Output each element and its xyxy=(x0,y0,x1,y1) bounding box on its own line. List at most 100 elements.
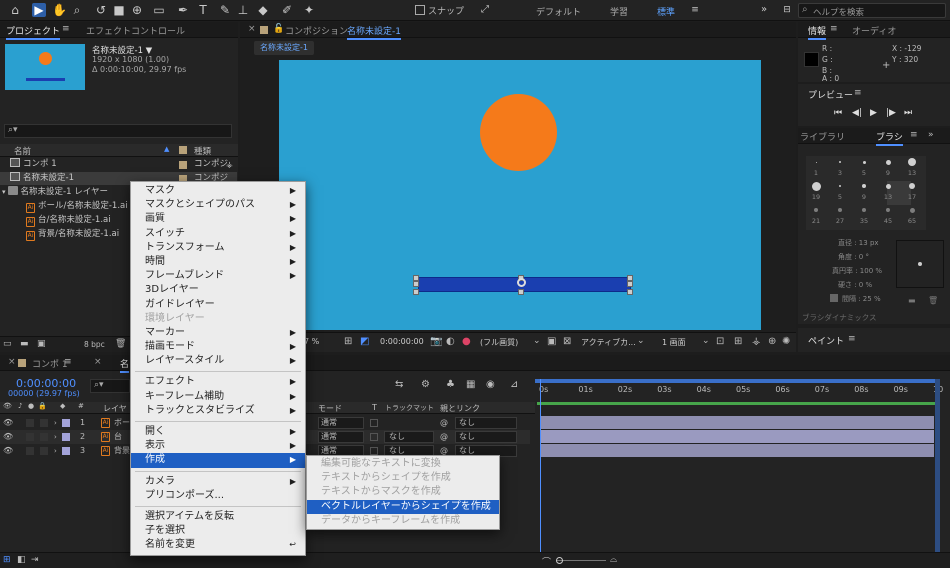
brush-tip[interactable] xyxy=(885,159,891,165)
menu-item[interactable]: エフェクト ▶ xyxy=(131,375,305,389)
timeline-search-input[interactable]: ⌕▾ xyxy=(90,379,130,393)
brush-tip[interactable] xyxy=(839,161,841,163)
show-snapshot-icon[interactable]: ◐ xyxy=(446,336,455,347)
tab-comp2[interactable]: 名 xyxy=(120,357,130,373)
brush-tip[interactable] xyxy=(908,158,916,166)
tab-composition-name[interactable]: 名称未設定-1 xyxy=(347,24,401,40)
brush-tip[interactable] xyxy=(885,183,891,189)
transfer-controls-icon[interactable]: ◧ xyxy=(17,555,26,565)
chevron-down-icon[interactable]: ⌄ xyxy=(702,336,710,346)
chevron-down-icon[interactable]: ⌄ xyxy=(637,336,645,346)
preserve-transparency-checkbox[interactable] xyxy=(370,419,378,427)
sync-settings-icon[interactable]: ⊟ xyxy=(780,3,794,17)
shy-icon[interactable]: ♣ xyxy=(446,379,455,390)
brush-tip[interactable] xyxy=(862,208,866,212)
tab-library[interactable]: ライブラリ xyxy=(800,130,845,143)
exposure-icon[interactable]: ✺ xyxy=(782,336,790,347)
clone-stamp-tool-icon[interactable]: ⊥ xyxy=(236,3,250,17)
menu-item[interactable]: 子を選択 xyxy=(131,524,305,538)
layer-bar[interactable] xyxy=(540,430,934,443)
panel-menu-icon[interactable]: ≡ xyxy=(910,130,918,140)
trackmatte-dropdown[interactable]: なし xyxy=(384,431,434,443)
layer-label-swatch[interactable] xyxy=(62,447,70,455)
graph-editor-icon[interactable]: ⊿ xyxy=(510,379,518,390)
bounding-handle[interactable] xyxy=(413,281,419,287)
brush-tip[interactable] xyxy=(862,160,866,164)
play-icon[interactable]: ▶ xyxy=(870,108,877,118)
chevron-right-icon[interactable]: › xyxy=(54,444,57,458)
menu-item[interactable]: マスクとシェイプのパス ▶ xyxy=(131,198,305,212)
zoom-in-icon[interactable]: ⌓ xyxy=(610,555,617,565)
new-folder-icon[interactable]: ▬ xyxy=(20,339,29,349)
menu-item[interactable]: 選択アイテムを反転 xyxy=(131,510,305,524)
parent-dropdown[interactable]: なし xyxy=(455,417,517,429)
current-time[interactable]: 0:00:00:00 xyxy=(380,337,424,346)
last-frame-icon[interactable]: ⏭ xyxy=(904,108,912,118)
zoom-slider[interactable] xyxy=(556,560,606,561)
save-brush-icon[interactable]: ▬ xyxy=(908,296,916,305)
menu-item[interactable]: 作成 ▶ xyxy=(131,453,305,468)
close-icon[interactable]: × xyxy=(248,24,256,34)
composition-subtab[interactable]: 名称未設定-1 xyxy=(254,41,314,55)
col-name[interactable]: 名前 xyxy=(14,145,31,157)
close-icon[interactable]: × xyxy=(94,357,102,367)
bpc-button[interactable]: 8 bpc xyxy=(84,340,105,349)
preserve-transparency-checkbox[interactable] xyxy=(370,433,378,441)
col-trackmatte[interactable]: トラックマット xyxy=(385,403,434,413)
brush-tip[interactable] xyxy=(886,208,890,212)
sort-up-icon[interactable]: ▲ xyxy=(164,145,169,153)
layer-mode-dropdown[interactable]: 通常 xyxy=(318,431,364,443)
layer-switches-icon[interactable]: ⊞ xyxy=(3,555,11,565)
anchor-point-icon[interactable] xyxy=(517,278,526,287)
region-of-interest-icon[interactable]: ▣ xyxy=(547,336,556,347)
brush-tip[interactable] xyxy=(909,183,915,189)
pan-behind-tool-icon[interactable]: ⊕ xyxy=(130,3,144,17)
brush-tip[interactable] xyxy=(815,161,817,163)
tab-effect-controls[interactable]: エフェクトコントロール xyxy=(86,24,185,37)
more-panels-icon[interactable]: » xyxy=(928,130,934,140)
quality-dropdown[interactable]: (フル画質) xyxy=(480,337,518,348)
audio-icon[interactable]: ♪ xyxy=(18,402,22,410)
project-search-input[interactable]: ⌕▾ xyxy=(4,124,232,138)
resolution-icon[interactable]: ⊞ xyxy=(344,336,352,347)
work-area-bar[interactable] xyxy=(535,379,936,383)
tab-info[interactable]: 情報 xyxy=(808,24,827,40)
preserve-transparency-checkbox[interactable] xyxy=(370,447,378,455)
col-mode[interactable]: モード xyxy=(318,403,342,414)
home-icon[interactable]: ⌂ xyxy=(8,3,22,17)
frame-blend-icon[interactable]: ▦ xyxy=(466,379,475,390)
menu-item[interactable]: マスク ▶ xyxy=(131,184,305,198)
menu-item[interactable]: 描画モード ▶ xyxy=(131,340,305,354)
col-type[interactable]: 種類 xyxy=(194,145,211,157)
pickwhip-icon[interactable]: @ xyxy=(440,416,448,430)
next-frame-icon[interactable]: |▶ xyxy=(886,108,896,118)
eye-icon[interactable]: 👁 xyxy=(3,430,13,444)
help-search-input[interactable]: ⌕ ヘルプを検索 xyxy=(798,3,946,18)
menu-item[interactable]: 時間 ▶ xyxy=(131,255,305,269)
zoom-tool-icon[interactable]: ⌕ xyxy=(70,3,84,17)
menu-item[interactable]: トラックとスタビライズ ▶ xyxy=(131,404,305,418)
menu-item[interactable]: 画質 ▶ xyxy=(131,212,305,226)
hand-tool-icon[interactable]: ✋ xyxy=(52,3,67,17)
menu-item[interactable]: カメラ ▶ xyxy=(131,475,305,489)
number-icon[interactable]: # xyxy=(78,402,84,410)
workspace-standard[interactable]: 標準 xyxy=(657,5,675,18)
camera-tool-icon[interactable]: ■ xyxy=(112,3,126,17)
eye-icon[interactable]: 👁 xyxy=(3,402,12,410)
time-ruler[interactable]: 0s01s02s03s04s05s06s07s08s09s10 xyxy=(535,379,943,401)
interpret-footage-icon[interactable]: ▭ xyxy=(3,339,12,349)
more-workspaces-icon[interactable]: » xyxy=(757,3,771,17)
workspace-menu-icon[interactable]: ≡ xyxy=(688,3,702,17)
layer-label-swatch[interactable] xyxy=(62,433,70,441)
transparency-grid-icon[interactable]: ◩ xyxy=(360,336,369,347)
snapshot-icon[interactable]: 📷 xyxy=(430,336,442,347)
bounding-handle[interactable] xyxy=(518,289,524,295)
zoom-out-icon[interactable]: ⌒ xyxy=(542,555,551,568)
brush-tip[interactable] xyxy=(811,181,821,191)
tab-composition-label[interactable]: コンポジション xyxy=(285,24,348,37)
pen-tool-icon[interactable]: ✒ xyxy=(176,3,190,17)
chevron-right-icon[interactable]: › xyxy=(54,416,57,430)
panel-menu-icon[interactable]: ≡ xyxy=(848,334,856,344)
rotate-tool-icon[interactable]: ↺ xyxy=(94,3,108,17)
bounding-handle[interactable] xyxy=(627,281,633,287)
